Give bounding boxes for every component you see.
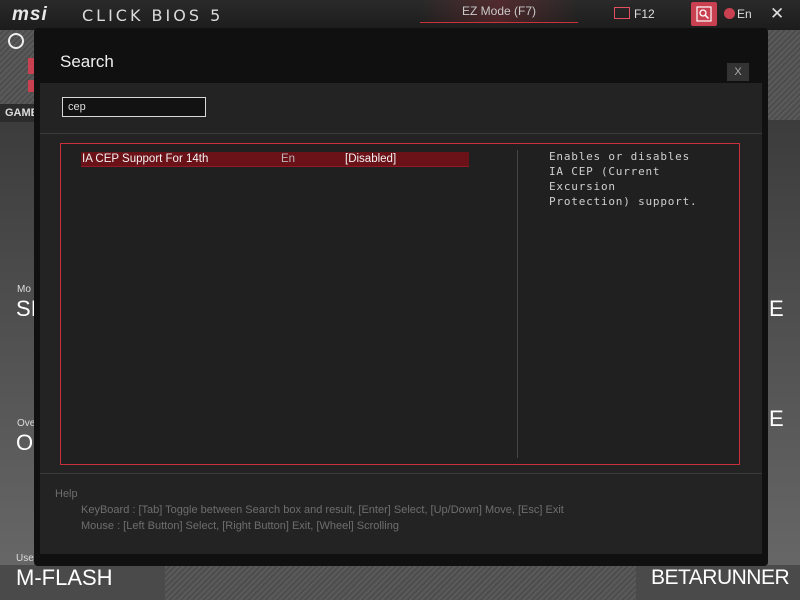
ez-mode-button[interactable]: EZ Mode (F7) [420,0,578,23]
dialog-title: Search [60,52,114,71]
result-value[interactable]: [Disabled] [345,152,396,166]
description-line: Enables or disables [549,150,691,163]
top-bar: msi CLICK BIOS 5 EZ Mode (F7) F12 En ✕ [0,0,800,30]
vertical-divider [517,150,518,458]
screenshot-button[interactable]: F12 [614,7,655,21]
side-label-big[interactable]: E [769,406,784,432]
bios-name: CLICK BIOS 5 [82,6,224,25]
globe-icon [724,8,735,19]
betarunner-label: BETARUNNER [651,566,790,589]
msi-logo: msi [12,4,48,25]
side-label-small: Mo [17,284,31,295]
description-line: Excursion [549,180,616,193]
result-language: En [281,153,296,165]
result-row[interactable]: IA CEP Support For 14th En [Disabled] [81,152,469,167]
search-dialog: Search X IA CEP Support For 14th En [Dis… [34,28,768,566]
side-label-small: Ove [17,418,36,429]
search-results-panel: IA CEP Support For 14th En [Disabled] En… [60,143,740,465]
search-input[interactable] [62,97,206,117]
language-button[interactable]: En [724,7,752,21]
help-keyboard: KeyBoard : [Tab] Toggle between Search b… [81,504,564,516]
f12-label: F12 [634,7,655,21]
item-description: Enables or disables IA CEP (Current Excu… [549,149,699,209]
side-label-big[interactable]: E [769,296,784,322]
divider [40,133,762,134]
mflash-label: M-FLASH [16,565,113,590]
dialog-body: IA CEP Support For 14th En [Disabled] En… [40,83,762,554]
help-title: Help [55,488,78,500]
background-right-tiles [768,120,800,600]
divider [40,473,762,474]
background-left-tiles [0,120,34,600]
search-button[interactable] [691,2,717,26]
close-icon[interactable]: ✕ [770,4,784,24]
description-line: Protection) support. [549,195,698,208]
game-boost-tab[interactable]: GAME [0,104,34,122]
description-line: IA CEP (Current [549,165,661,178]
language-label: En [737,7,752,21]
dialog-close-button[interactable]: X [727,63,749,81]
help-mouse: Mouse : [Left Button] Select, [Right But… [81,520,399,532]
search-icon [696,6,712,22]
camera-icon [614,7,630,19]
side-label-big[interactable]: O [16,430,33,456]
clock-icon [8,33,24,49]
bios-screen: GAME Mo SI Ove O E E Use M-FLASH BETARUN… [0,0,800,600]
use-label: Use [16,553,34,564]
result-name: IA CEP Support For 14th [82,153,209,165]
